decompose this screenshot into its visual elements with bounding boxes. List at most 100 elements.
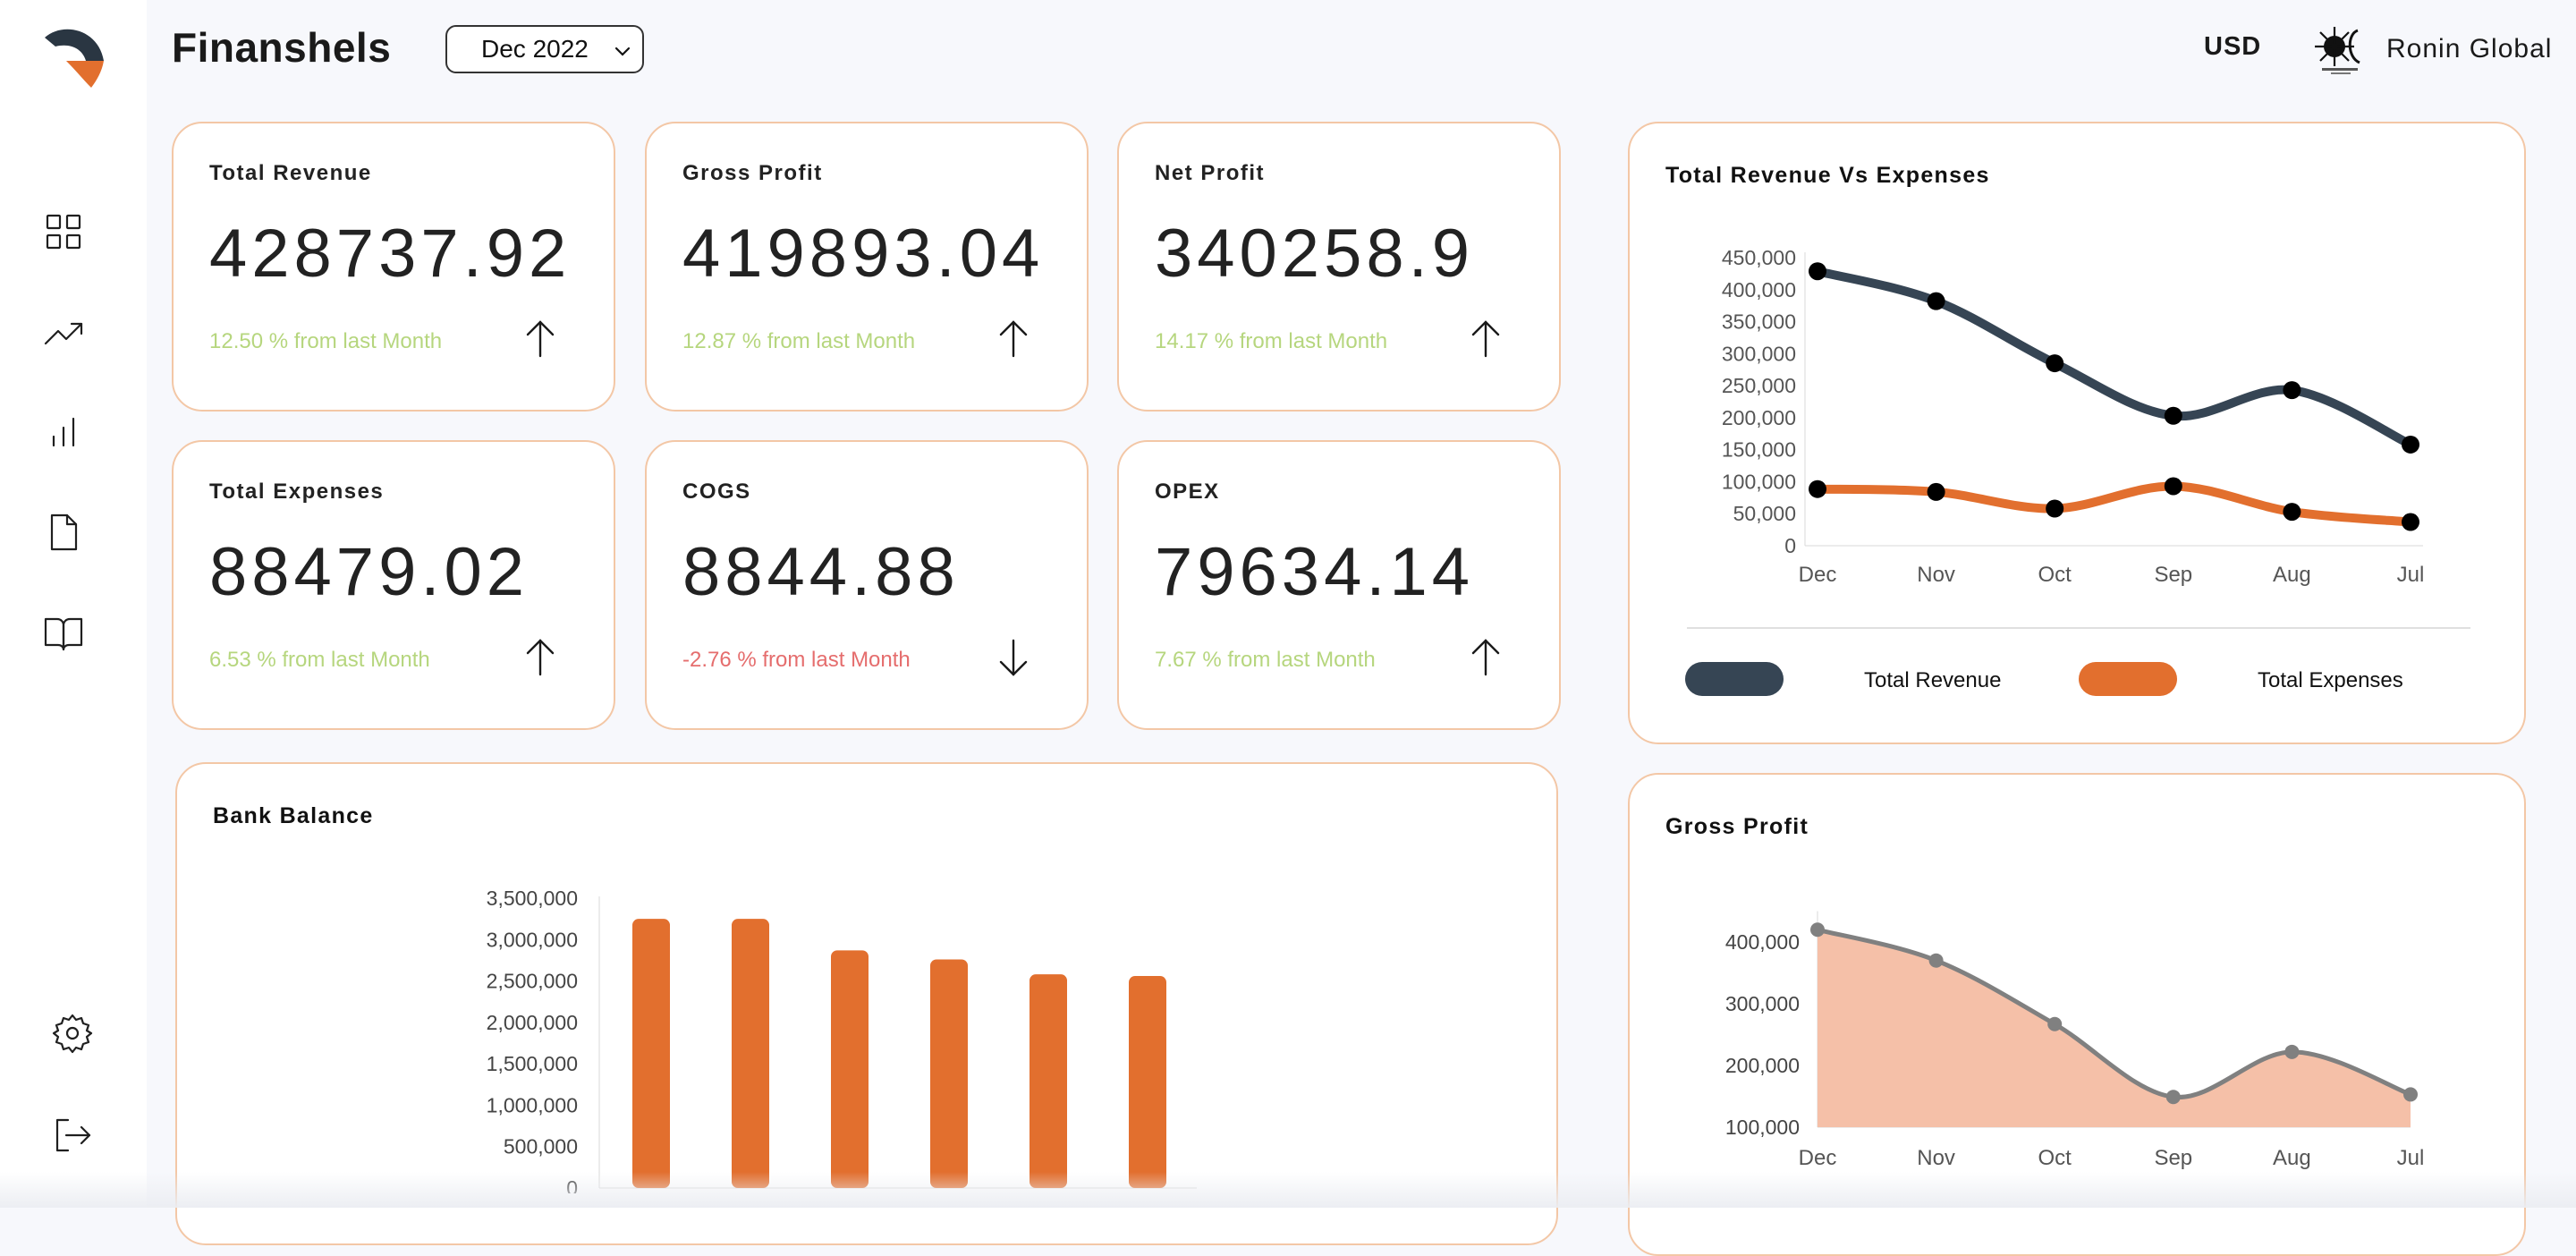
kpi-card-gross-profit[interactable]: Gross Profit 419893.04 12.87 % from last… xyxy=(645,122,1089,412)
bar xyxy=(732,919,769,1188)
series-line xyxy=(1813,481,2415,527)
arrow-up-icon xyxy=(1468,318,1504,360)
kpi-title: Net Profit xyxy=(1155,161,1265,185)
data-point xyxy=(1810,922,1825,938)
data-point xyxy=(1927,292,1945,310)
x-tick-label: Dec xyxy=(1799,1146,1837,1170)
kpi-value: 419893.04 xyxy=(682,216,1045,292)
app-title: Finanshels xyxy=(172,24,392,71)
legend-label: Total Revenue xyxy=(1864,668,2001,692)
kpi-delta: -2.76 % from last Month xyxy=(682,648,911,672)
data-point xyxy=(2165,1090,2181,1105)
data-point xyxy=(2283,503,2301,522)
kpi-card-net-profit[interactable]: Net Profit 340258.9 14.17 % from last Mo… xyxy=(1117,122,1561,412)
date-select[interactable]: Dec 2022 xyxy=(445,25,644,73)
x-tick-label: Oct xyxy=(2038,1146,2072,1170)
data-point xyxy=(1927,482,1945,501)
y-tick-label: 450,000 xyxy=(1722,246,1796,269)
revenue-expenses-chart: 450,000 400,000 350,000 300,000 250,000 200,0… xyxy=(1685,246,2470,696)
trend-up-icon[interactable] xyxy=(41,310,86,354)
arrow-up-icon xyxy=(522,637,558,678)
data-point xyxy=(1809,479,1826,498)
revenue-vs-expenses-panel: Total Revenue Vs Expenses 450,000 400,000… xyxy=(1628,122,2526,744)
y-tick-label: 3,000,000 xyxy=(487,928,578,951)
data-point xyxy=(1809,262,1826,281)
document-icon[interactable] xyxy=(41,510,86,555)
kpi-value: 340258.9 xyxy=(1155,216,1474,292)
y-tick-label: 400,000 xyxy=(1725,930,1800,954)
bar xyxy=(632,919,670,1188)
y-tick-label: 0 xyxy=(566,1176,578,1193)
kpi-title: Total Expenses xyxy=(209,479,385,504)
x-tick-label: Jul xyxy=(2397,563,2425,587)
y-tick-label: 300,000 xyxy=(1725,992,1800,1015)
bar-chart-icon[interactable] xyxy=(41,410,86,454)
kpi-delta: 6.53 % from last Month xyxy=(209,648,430,672)
y-tick-label: 100,000 xyxy=(1722,470,1796,493)
y-tick-label: 1,500,000 xyxy=(487,1052,578,1075)
kpi-value: 88479.02 xyxy=(209,534,529,610)
kpi-delta: 14.17 % from last Month xyxy=(1155,329,1388,353)
y-tick-label: 250,000 xyxy=(1722,374,1796,397)
x-tick-label: Dec xyxy=(1799,563,1837,587)
kpi-title: COGS xyxy=(682,479,751,504)
bar xyxy=(1030,974,1067,1188)
kpi-card-total-expenses[interactable]: Total Expenses 88479.02 6.53 % from last… xyxy=(172,440,615,730)
x-tick-label: Aug xyxy=(2273,1146,2311,1170)
bar xyxy=(930,959,968,1188)
arrow-up-icon xyxy=(996,318,1031,360)
dashboard-grid-icon[interactable] xyxy=(41,209,86,254)
x-tick-label: Oct xyxy=(2038,563,2072,587)
kpi-delta: 12.87 % from last Month xyxy=(682,329,916,353)
gross-profit-chart: 400,000 300,000 200,000 100,000 Dec Nov Oct Sep… xyxy=(1725,911,2424,1170)
bar xyxy=(1129,976,1166,1188)
gross-profit-panel: Gross Profit 400,000 300,000 200,000 100,00… xyxy=(1628,773,2526,1256)
chevron-down-icon xyxy=(612,39,633,61)
kpi-value: 8844.88 xyxy=(682,534,960,610)
legend-label: Total Expenses xyxy=(2258,668,2403,692)
y-tick-label: 500,000 xyxy=(504,1135,578,1158)
arrow-down-icon xyxy=(996,637,1031,678)
y-tick-label: 3,500,000 xyxy=(487,887,578,910)
kpi-delta: 12.50 % from last Month xyxy=(209,329,443,353)
x-tick-label: Nov xyxy=(1917,1146,1955,1170)
y-tick-label: 350,000 xyxy=(1722,310,1796,334)
data-point xyxy=(2047,1016,2063,1031)
y-tick-label: 50,000 xyxy=(1733,502,1796,525)
arrow-up-icon xyxy=(522,318,558,360)
gear-icon[interactable] xyxy=(50,1011,95,1056)
y-tick-label: 1,000,000 xyxy=(487,1093,578,1116)
legend-swatch xyxy=(2079,662,2177,696)
data-point xyxy=(2164,477,2182,496)
series-line xyxy=(1813,267,2415,449)
data-point xyxy=(2164,406,2182,425)
bar xyxy=(831,950,869,1188)
arrow-up-icon xyxy=(1468,637,1504,678)
data-point xyxy=(1928,953,1944,968)
y-tick-label: 2,000,000 xyxy=(487,1011,578,1034)
x-tick-label: Sep xyxy=(2154,563,2192,587)
x-tick-label: Nov xyxy=(1917,563,1955,587)
y-tick-label: 200,000 xyxy=(1725,1054,1800,1077)
kpi-title: Gross Profit xyxy=(682,161,823,185)
legend-swatch xyxy=(1685,662,1784,696)
company-logo xyxy=(2315,25,2367,77)
bank-balance-chart: 3,500,000 3,000,000 2,500,000 2,000,000 1,50… xyxy=(487,887,1197,1193)
kpi-value: 79634.14 xyxy=(1155,534,1474,610)
kpi-title: Total Revenue xyxy=(209,161,372,185)
book-icon[interactable] xyxy=(41,610,86,655)
logout-icon[interactable] xyxy=(50,1113,95,1158)
y-tick-label: 0 xyxy=(1784,534,1796,557)
kpi-card-total-revenue[interactable]: Total Revenue 428737.92 12.50 % from las… xyxy=(172,122,615,412)
data-point xyxy=(2046,499,2064,518)
kpi-value: 428737.92 xyxy=(209,216,572,292)
y-tick-label: 400,000 xyxy=(1722,278,1796,301)
bank-balance-panel: Bank Balance 3,500,000 3,000,000 2,500,000… xyxy=(175,762,1558,1245)
y-tick-label: 200,000 xyxy=(1722,406,1796,429)
company-name[interactable]: Ronin Global xyxy=(2386,34,2552,64)
kpi-card-opex[interactable]: OPEX 79634.14 7.67 % from last Month xyxy=(1117,440,1561,730)
date-select-value: Dec 2022 xyxy=(481,35,589,63)
kpi-card-cogs[interactable]: COGS 8844.88 -2.76 % from last Month xyxy=(645,440,1089,730)
brand-logo[interactable] xyxy=(39,25,107,93)
currency-selector[interactable]: USD xyxy=(2204,32,2261,62)
